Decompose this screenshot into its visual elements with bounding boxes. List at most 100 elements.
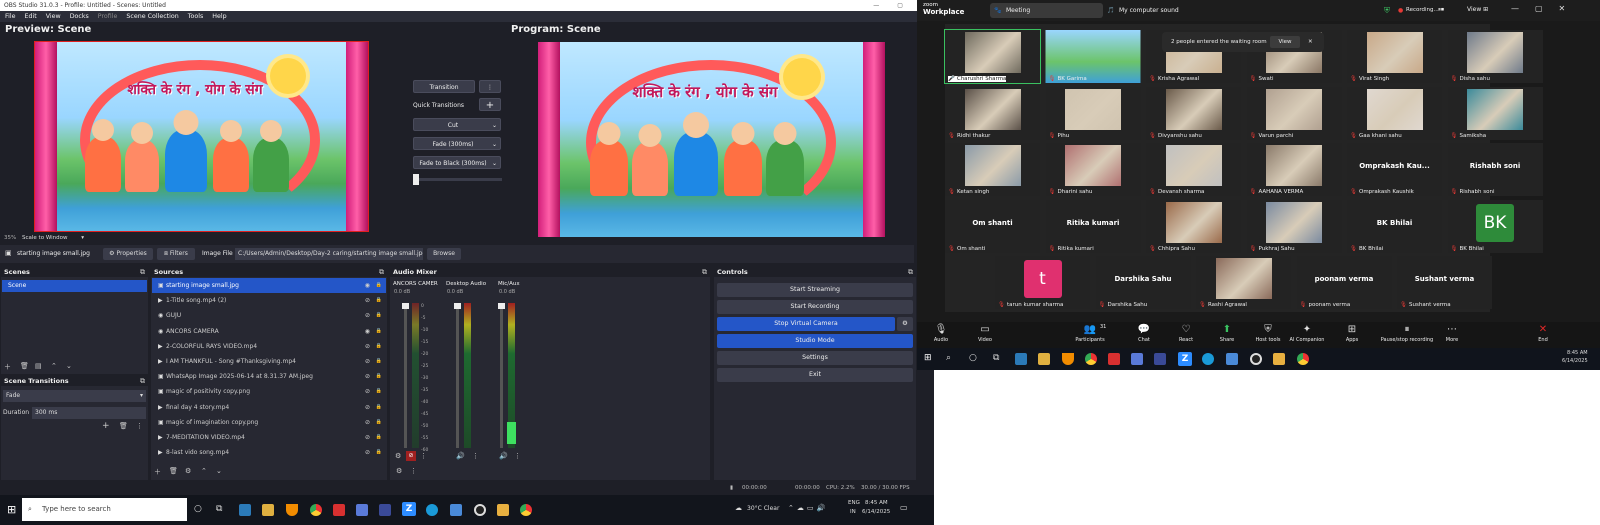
volume-fader-2[interactable] <box>500 303 503 448</box>
lock-icon[interactable]: 🔒 <box>376 324 382 339</box>
more-icon[interactable]: ⋮ <box>420 452 427 460</box>
transition-more-icon[interactable]: ⋮ <box>479 80 501 93</box>
menu-view[interactable]: View <box>46 11 61 22</box>
browse-button[interactable]: Browse <box>427 248 461 260</box>
windows-start-icon[interactable]: ⊞ <box>7 503 16 516</box>
visibility-eye-icon[interactable]: ⊘ <box>365 430 370 445</box>
participant-tile[interactable]: 🎙 Gaa khani sahu <box>1347 86 1442 140</box>
mixer-settings-icon[interactable]: ⚙ <box>396 467 402 475</box>
app-icon-2[interactable] <box>333 504 345 516</box>
clock-date[interactable]: 6/14/2025 <box>1562 358 1588 364</box>
participant-tile[interactable]: 🎙 BK Garima <box>1045 30 1141 83</box>
windows-start-icon[interactable]: ⊞ <box>924 353 932 363</box>
menu-help[interactable]: Help <box>212 11 226 22</box>
studio-mode-button[interactable]: Studio Mode <box>717 334 913 348</box>
chrome-icon[interactable] <box>1085 353 1097 365</box>
move-up-icon[interactable]: ⌃ <box>201 467 207 475</box>
move-up-icon[interactable]: ⌃ <box>51 362 57 370</box>
chrome-icon-2[interactable] <box>520 504 532 516</box>
lock-icon[interactable]: 🔒 <box>376 400 382 415</box>
image-file-path[interactable]: C:/Users/Admin/Desktop/Day-2 caring/star… <box>235 248 423 260</box>
menu-profile[interactable]: Profile <box>98 11 118 22</box>
app-icon-6[interactable] <box>497 504 509 516</box>
app-icon-2[interactable] <box>1108 353 1120 365</box>
visibility-eye-icon[interactable]: ⊘ <box>365 354 370 369</box>
tray-icons[interactable]: ⌃☁▭🔊 <box>788 504 828 512</box>
duration-input[interactable]: 300 ms <box>32 407 146 419</box>
menu-docks[interactable]: Docks <box>70 11 89 22</box>
participant-tile[interactable]: 🎙 Pihu <box>1045 86 1141 140</box>
lock-icon[interactable]: 🔒 <box>376 369 382 384</box>
app-icon-3[interactable] <box>356 504 368 516</box>
menu-edit[interactable]: Edit <box>25 11 37 22</box>
taskbar-search[interactable]: ⌕ Type here to search <box>22 498 187 521</box>
chrome-icon-2[interactable] <box>1297 353 1309 365</box>
lock-icon[interactable]: 🔒 <box>376 339 382 354</box>
recording-controls-icon[interactable]: ⏸⏹ <box>1438 6 1444 14</box>
participant-tile[interactable]: Sushant verma 🎙 Sushant verma <box>1397 256 1492 309</box>
participant-tile[interactable]: Darshika Sahu 🎙 Darshika Sahu <box>1095 256 1191 309</box>
source-item[interactable]: ▣ magic of positivity copy.png ⊘ 🔒 <box>152 384 386 399</box>
lock-icon[interactable]: 🔒 <box>376 354 382 369</box>
volume-fader-0[interactable] <box>404 303 407 448</box>
edge-icon[interactable] <box>1202 353 1214 365</box>
obs-icon[interactable] <box>474 504 486 516</box>
participant-tile[interactable]: 🎙 Chhipra Sahu <box>1146 199 1241 253</box>
participant-tile[interactable]: Om shanti 🎙 Om shanti <box>945 199 1040 253</box>
gear-icon[interactable]: ⚙ <box>185 467 191 475</box>
audio-button[interactable]: 🎙 Audio <box>921 322 961 343</box>
dock-float-icon[interactable]: ⧉ <box>140 377 145 386</box>
source-item[interactable]: ▣ WhatsApp Image 2025-06-14 at 8.31.37 AM… <box>152 369 386 384</box>
pause-stop-recording-button[interactable]: ⏸ Pause/stop recording <box>1377 322 1437 343</box>
stop-virtual-camera-button[interactable]: Stop Virtual Camera <box>717 317 895 331</box>
t-bar-handle[interactable] <box>413 174 419 185</box>
dock-float-icon[interactable]: ⧉ <box>379 268 384 277</box>
participant-tile[interactable]: 🎙 Dharini sahu <box>1045 143 1141 196</box>
view-button[interactable]: View ⊞ <box>1467 6 1488 13</box>
tab-computer-sound[interactable]: 🎵 My computer sound <box>1107 3 1179 18</box>
participant-tile[interactable]: Omprakash Kau... 🎙 Omprakash Kaushik <box>1347 143 1442 196</box>
participant-tile[interactable]: 🎙 Divyanshu sahu <box>1146 86 1241 140</box>
app-icon-6[interactable] <box>1273 353 1285 365</box>
menu-file[interactable]: File <box>5 11 16 22</box>
gear-icon[interactable]: ⚙ <box>395 452 401 460</box>
vlc-icon[interactable] <box>286 504 298 516</box>
more-icon[interactable]: ⋮ <box>472 452 479 460</box>
source-item[interactable]: ▶ 1-Title song.mp4 (2) ⊘ 🔒 <box>152 293 386 308</box>
participant-tile[interactable]: poonam verma 🎙 poonam verma <box>1296 256 1392 309</box>
search-icon[interactable]: ⌕ <box>946 353 951 363</box>
move-down-icon[interactable]: ⌄ <box>216 467 222 475</box>
filters-button[interactable]: ⧈ Filters <box>157 248 195 260</box>
add-icon[interactable]: ＋ <box>154 467 161 477</box>
trash-icon[interactable]: 🗑 <box>169 467 178 475</box>
lock-icon[interactable]: 🔒 <box>376 308 382 323</box>
task-view-icon[interactable]: ⧉ <box>993 353 999 363</box>
tab-meeting[interactable]: 🐾 Meeting <box>990 3 1103 18</box>
end-button[interactable]: ✕ End <box>1523 322 1563 343</box>
participant-tile[interactable]: 🎙 Samiksha <box>1447 86 1543 140</box>
quick-transition-cut[interactable]: Cut ⌄ <box>413 118 501 131</box>
app-icon-4[interactable] <box>1154 353 1166 365</box>
add-quick-transition-icon[interactable]: + <box>479 98 501 111</box>
fader-handle-2[interactable] <box>498 303 505 309</box>
visibility-eye-icon[interactable]: ◉ <box>365 324 370 339</box>
participant-tile[interactable]: 🎤 Charushri Sharma <box>944 29 1041 84</box>
source-item[interactable]: ▶ 8-last vido song.mp4 ⊘ 🔒 <box>152 445 386 460</box>
participant-tile[interactable]: 🎙 Ketan singh <box>945 143 1040 196</box>
visibility-eye-icon[interactable]: ⊘ <box>365 369 370 384</box>
maximize-icon[interactable]: ▢ <box>897 0 903 11</box>
minimize-icon[interactable]: — <box>873 0 879 11</box>
host-tools-button[interactable]: ⛨ Host tools <box>1248 322 1288 343</box>
move-down-icon[interactable]: ⌄ <box>66 362 72 370</box>
menu-tools[interactable]: Tools <box>188 11 204 22</box>
speaker-icon[interactable]: 🔊 <box>456 452 465 460</box>
speaker-icon[interactable]: 🔊 <box>499 452 508 460</box>
app-icon-1[interactable] <box>1015 353 1027 365</box>
app-icon-5[interactable] <box>1226 353 1238 365</box>
more-icon[interactable]: ⋮ <box>410 467 417 475</box>
notifications-icon[interactable]: ▭ <box>900 503 908 512</box>
app-icon-5[interactable] <box>450 504 462 516</box>
visibility-eye-icon[interactable]: ⊘ <box>365 339 370 354</box>
participant-tile[interactable]: 🎙 Pukhraj Sahu <box>1246 199 1342 253</box>
zoom-icon[interactable]: Z <box>402 502 416 516</box>
